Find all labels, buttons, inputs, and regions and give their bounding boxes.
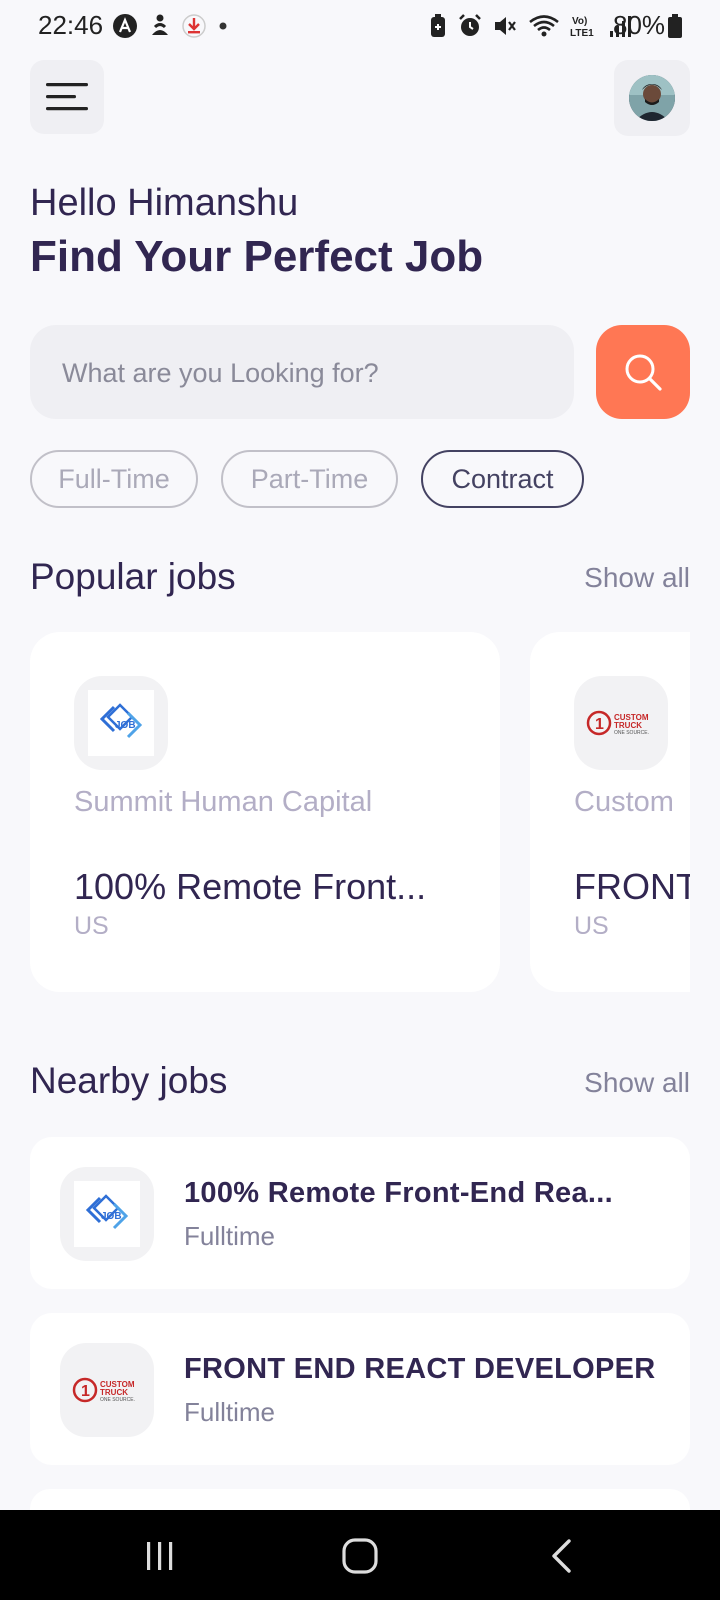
recent-apps-icon <box>147 1542 173 1570</box>
svg-text:Vo): Vo) <box>572 16 587 27</box>
job-type-full-time[interactable]: Full-Time <box>30 450 198 508</box>
menu-button[interactable] <box>30 60 104 134</box>
popular-job-card[interactable]: JOB Summit Human Capital 100% Remote Fro… <box>30 632 500 992</box>
volte-icon: Vo)LTE1 <box>570 16 594 39</box>
nearby-job-item[interactable]: JOB 100% Remote Front-End Rea... Fulltim… <box>30 1137 690 1289</box>
status-bar: 22:46 Vo) LTE1 80% <box>0 0 720 52</box>
avatar <box>629 75 675 121</box>
company-logo: JOB <box>60 1167 154 1261</box>
job-location: US <box>574 912 609 940</box>
svg-text:ONE SOURCE.: ONE SOURCE. <box>100 1397 135 1403</box>
nearby-job-title: FRONT END REACT DEVELOPER <box>184 1353 656 1385</box>
app-notification-icon <box>113 14 137 38</box>
page-title: Find Your Perfect Job <box>30 232 484 281</box>
search-icon <box>625 354 662 391</box>
search-field[interactable] <box>30 325 574 421</box>
svg-text:1: 1 <box>81 1383 90 1400</box>
status-system-icons: Vo) LTE1 <box>428 12 632 40</box>
system-navigation-bar <box>0 1510 720 1600</box>
svg-text:JOB: JOB <box>101 1211 122 1222</box>
job-title: FRONT <box>574 866 690 907</box>
back-icon <box>552 1539 571 1573</box>
svg-text:JOB: JOB <box>115 720 136 731</box>
svg-text:LTE1: LTE1 <box>570 28 594 39</box>
job-location: US <box>74 912 109 940</box>
status-time: 22:46 <box>38 10 104 40</box>
custom-truck-logo-icon: 1 CUSTOM TRUCK ONE SOURCE. <box>72 1377 135 1403</box>
search-input[interactable] <box>60 325 564 421</box>
profile-button[interactable] <box>614 60 690 136</box>
svg-text:TRUCK: TRUCK <box>100 1388 128 1397</box>
status-notification-icons <box>112 12 230 40</box>
battery-percentage: 80% <box>613 10 666 40</box>
company-logo: 1 CUSTOM TRUCK ONE SOURCE. <box>574 676 668 770</box>
job-logo-icon: JOB <box>99 703 143 739</box>
alarm-icon <box>459 14 481 36</box>
mute-icon <box>495 17 516 35</box>
meditation-icon <box>152 14 168 35</box>
recent-apps-button[interactable] <box>130 1530 190 1582</box>
hamburger-menu-icon <box>46 83 88 111</box>
company-name: Summit Human Capital <box>74 786 373 818</box>
nearby-job-type: Fulltime <box>184 1397 276 1427</box>
dot-icon <box>219 22 227 30</box>
svg-text:ONE SOURCE.: ONE SOURCE. <box>614 730 649 736</box>
svg-text:1: 1 <box>595 716 604 733</box>
company-name: Custom <box>574 786 674 818</box>
nearby-job-item[interactable]: 1 CUSTOM TRUCK ONE SOURCE. FRONT END REA… <box>30 1313 690 1465</box>
job-title: 100% Remote Front... <box>74 866 427 907</box>
job-type-part-time[interactable]: Part-Time <box>221 450 398 508</box>
download-icon <box>182 14 206 38</box>
nearby-job-title: 100% Remote Front-End Rea... <box>184 1177 613 1209</box>
company-logo: JOB <box>74 676 168 770</box>
svg-text:TRUCK: TRUCK <box>614 721 642 730</box>
avatar-image <box>629 75 675 121</box>
nearby-job-type: Fulltime <box>184 1221 276 1251</box>
popular-job-card[interactable]: 1 CUSTOM TRUCK ONE SOURCE. Custom FRONT … <box>530 632 690 992</box>
search-button[interactable] <box>596 325 690 419</box>
nearby-jobs-title: Nearby jobs <box>30 1060 228 1101</box>
battery-icon <box>668 14 682 38</box>
popular-jobs-title: Popular jobs <box>30 556 236 597</box>
battery-saver-icon <box>431 14 445 37</box>
job-type-contract[interactable]: Contract <box>421 450 584 508</box>
job-logo-icon: JOB <box>85 1194 129 1230</box>
company-logo: 1 CUSTOM TRUCK ONE SOURCE. <box>60 1343 154 1437</box>
home-button[interactable] <box>330 1530 390 1582</box>
popular-show-all-link[interactable]: Show all <box>584 562 690 594</box>
back-button[interactable] <box>532 1530 592 1582</box>
nearby-show-all-link[interactable]: Show all <box>584 1067 690 1099</box>
wifi-icon <box>529 15 559 37</box>
greeting-text: Hello Himanshu <box>30 182 299 224</box>
home-icon <box>342 1538 378 1574</box>
custom-truck-logo-icon: 1 CUSTOM TRUCK ONE SOURCE. <box>586 710 649 736</box>
